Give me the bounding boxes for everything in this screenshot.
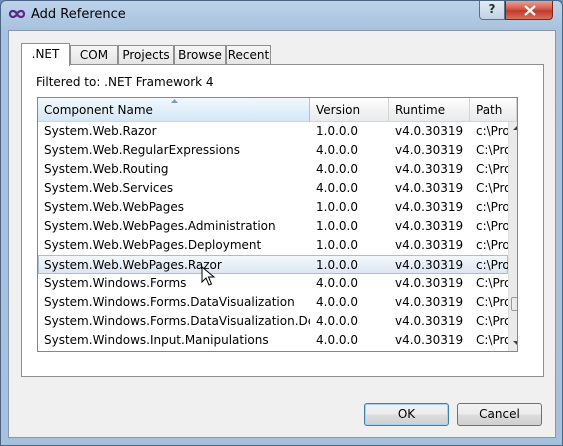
cell-component-name: System.Web.WebPages xyxy=(44,200,185,214)
cell-version: 4.0.0.0 xyxy=(316,162,358,176)
cell-path: c:\Prog xyxy=(476,258,508,272)
help-button[interactable]: ? xyxy=(479,1,505,20)
table-row[interactable]: System.Web.WebPages.Administration 1.0.0.… xyxy=(38,217,508,236)
close-button[interactable] xyxy=(505,1,553,20)
column-header-label: Version xyxy=(316,103,361,117)
cell-path: c:\Prog xyxy=(476,200,508,214)
cell-version: 1.0.0.0 xyxy=(316,200,358,214)
cell-version: 1.0.0.0 xyxy=(316,124,358,138)
cell-version: 4.0.0.0 xyxy=(316,143,358,157)
cell-runtime: v4.0.30319 xyxy=(395,181,464,195)
cell-path: c:\Prog xyxy=(476,238,508,252)
column-header-label: Runtime xyxy=(395,103,446,117)
infinity-icon xyxy=(8,9,26,19)
list-body: System.Web.Razor 1.0.0.0 v4.0.30319 c:\Prog… xyxy=(38,122,508,351)
tab-com[interactable]: COM xyxy=(70,45,118,65)
window-title: Add Reference xyxy=(31,7,126,22)
table-row[interactable]: System.Web.RegularExpressions 4.0.0.0 v4.0… xyxy=(38,141,508,160)
close-icon xyxy=(524,5,536,16)
column-header-label: Path xyxy=(476,103,503,117)
cell-component-name: System.Web.Services xyxy=(44,181,174,195)
cell-component-name: System.Windows.Forms.DataVisualization.D… xyxy=(44,314,310,328)
cell-component-name: System.Web.WebPages.Deployment xyxy=(44,238,262,252)
column-header-path[interactable]: Path xyxy=(470,98,517,122)
cell-runtime: v4.0.30319 xyxy=(395,238,464,252)
cell-path: C:\Pro xyxy=(476,162,508,176)
ok-button[interactable]: OK xyxy=(364,403,449,426)
cell-version: 4.0.0.0 xyxy=(316,276,358,290)
tab-projects[interactable]: Projects xyxy=(118,45,174,65)
cell-path: c:\Prog xyxy=(476,124,508,138)
list-header: Component Name Version Runtime Path xyxy=(38,98,517,122)
cell-runtime: v4.0.30319 xyxy=(395,333,464,347)
cell-version: 4.0.0.0 xyxy=(316,314,358,328)
tab-browse[interactable]: Browse xyxy=(174,45,226,65)
table-row[interactable]: System.Web.Services 4.0.0.0 v4.0.30319 C:\P… xyxy=(38,179,508,198)
cell-runtime: v4.0.30319 xyxy=(395,314,464,328)
cell-component-name: System.Web.WebPages.Administration xyxy=(44,219,276,233)
dialog-client-area: .NET COM Projects Browse Recent Filtered… xyxy=(8,30,556,438)
cancel-button[interactable]: Cancel xyxy=(457,403,542,426)
cell-runtime: v4.0.30319 xyxy=(395,162,464,176)
sort-up-arrow-icon xyxy=(171,99,178,103)
table-row[interactable]: System.Web.Razor 1.0.0.0 v4.0.30319 c:\Prog xyxy=(38,122,508,141)
vertical-scrollbar[interactable] xyxy=(508,122,518,351)
cell-path: C:\Pro xyxy=(476,181,508,195)
cell-path: C:\Pro xyxy=(476,314,508,328)
table-row[interactable]: System.Windows.Forms.DataVisualization.D… xyxy=(38,312,508,331)
cell-component-name: System.Windows.Forms xyxy=(44,276,187,290)
table-row[interactable]: System.Windows.Forms 4.0.0.0 v4.0.30319 C:\… xyxy=(38,274,508,293)
cell-runtime: v4.0.30319 xyxy=(395,295,464,309)
cell-path: C:\Pro xyxy=(476,333,508,347)
cell-component-name: System.Windows.Input.Manipulations xyxy=(44,333,269,347)
cell-runtime: v4.0.30319 xyxy=(395,258,464,272)
tab-dotnet[interactable]: .NET xyxy=(21,43,70,66)
cell-path: c:\Prog xyxy=(476,219,508,233)
cell-version: 4.0.0.0 xyxy=(316,333,358,347)
cell-component-name: System.Web.Routing xyxy=(44,162,169,176)
cell-runtime: v4.0.30319 xyxy=(395,200,464,214)
cell-version: 1.0.0.0 xyxy=(316,219,358,233)
table-row[interactable]: System.Windows.Forms.DataVisualization 4.… xyxy=(38,293,508,312)
component-list[interactable]: Component Name Version Runtime Path Syst… xyxy=(37,97,518,352)
table-row[interactable]: System.Web.Routing 4.0.0.0 v4.0.30319 C:\Pr… xyxy=(38,160,508,179)
cell-runtime: v4.0.30319 xyxy=(395,143,464,157)
scroll-up-icon[interactable] xyxy=(512,125,518,131)
cell-component-name: System.Web.WebPages.Razor xyxy=(44,258,222,272)
cell-path: C:\Pro xyxy=(476,143,508,157)
table-row[interactable]: System.Web.WebPages.Razor 1.0.0.0 v4.0.303… xyxy=(38,255,508,274)
cell-runtime: v4.0.30319 xyxy=(395,124,464,138)
cell-path: C:\Pro xyxy=(476,295,508,309)
column-header-component-name[interactable]: Component Name xyxy=(38,98,310,122)
cell-runtime: v4.0.30319 xyxy=(395,276,464,290)
table-row[interactable]: System.Web.WebPages 1.0.0.0 v4.0.30319 c:\P… xyxy=(38,198,508,217)
cell-component-name: System.Windows.Forms.DataVisualization xyxy=(44,295,295,309)
cell-version: 4.0.0.0 xyxy=(316,295,358,309)
cell-version: 1.0.0.0 xyxy=(316,258,358,272)
column-header-label: Component Name xyxy=(44,103,153,117)
cell-component-name: System.Web.RegularExpressions xyxy=(44,143,240,157)
tab-recent[interactable]: Recent xyxy=(226,45,271,65)
table-row[interactable]: System.Windows.Input.Manipulations 4.0.0.… xyxy=(38,331,508,350)
title-bar[interactable]: Add Reference ? xyxy=(1,1,562,29)
column-header-version[interactable]: Version xyxy=(310,98,389,122)
cell-version: 4.0.0.0 xyxy=(316,181,358,195)
table-row[interactable]: System.Web.WebPages.Deployment 1.0.0.0 v4.… xyxy=(38,236,508,255)
cell-component-name: System.Web.Razor xyxy=(44,124,157,138)
cell-path: C:\Pro xyxy=(476,276,508,290)
scroll-down-icon[interactable] xyxy=(512,340,518,346)
add-reference-dialog: Add Reference ? .NET COM Projects Browse… xyxy=(0,0,563,446)
cell-version: 1.0.0.0 xyxy=(316,238,358,252)
scrollbar-thumb[interactable] xyxy=(511,297,517,311)
dotnet-tab-panel: Filtered to: .NET Framework 4 Component … xyxy=(21,64,544,377)
column-header-runtime[interactable]: Runtime xyxy=(389,98,470,122)
cell-runtime: v4.0.30319 xyxy=(395,219,464,233)
filter-label: Filtered to: .NET Framework 4 xyxy=(36,75,214,89)
